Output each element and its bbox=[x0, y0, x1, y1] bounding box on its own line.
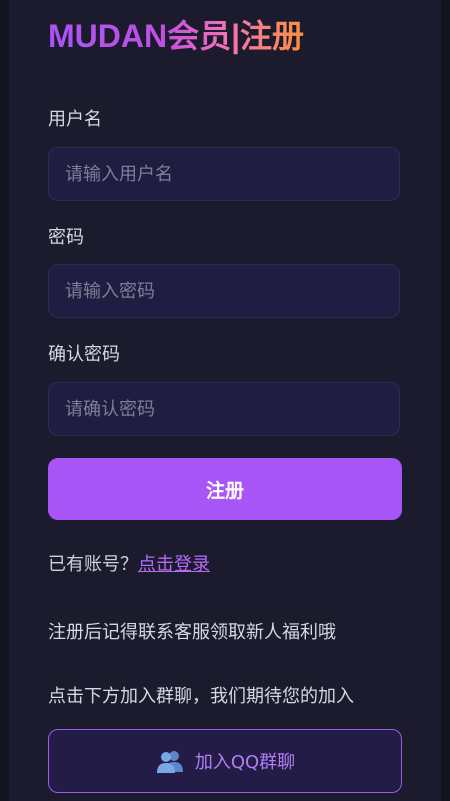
join-qq-group-button[interactable]: 加入QQ群聊 bbox=[48, 729, 402, 793]
username-label: 用户名 bbox=[48, 109, 102, 130]
page-title: MUDAN会员|注册 bbox=[48, 14, 304, 58]
confirm-password-label: 确认密码 bbox=[48, 344, 120, 365]
register-button[interactable]: 注册 bbox=[48, 458, 402, 520]
login-prompt: 已有账号？ bbox=[48, 554, 138, 575]
group-note: 点击下方加入群聊，我们期待您的加入 bbox=[48, 686, 354, 707]
login-link[interactable]: 点击登录 bbox=[138, 554, 210, 575]
username-input[interactable] bbox=[48, 147, 400, 201]
login-row: 已有账号？点击登录 bbox=[48, 552, 210, 578]
password-label: 密码 bbox=[48, 227, 84, 248]
confirm-password-input[interactable] bbox=[48, 382, 400, 436]
password-input[interactable] bbox=[48, 264, 400, 318]
join-qq-group-label: 加入QQ群聊 bbox=[194, 752, 296, 773]
welfare-note: 注册后记得联系客服领取新人福利哦 bbox=[48, 622, 336, 643]
users-icon bbox=[155, 748, 185, 774]
